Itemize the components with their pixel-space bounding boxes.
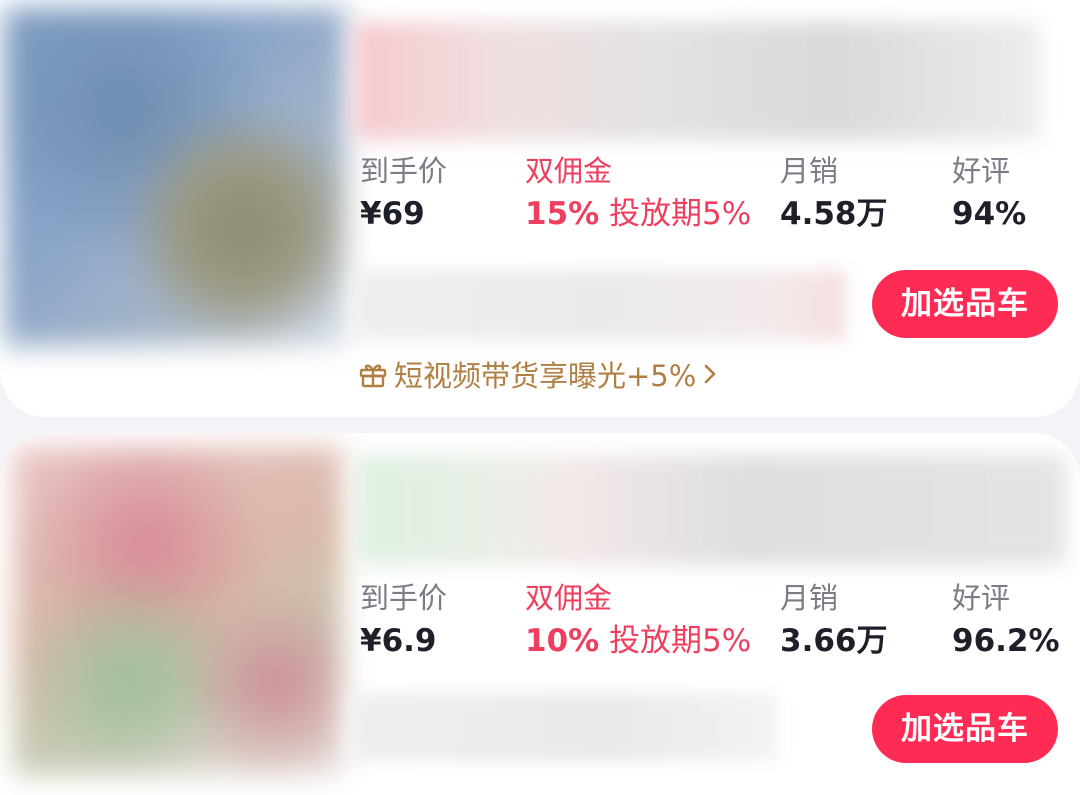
price-value: ¥69 (360, 196, 425, 232)
commission-rate: 15% (525, 196, 600, 232)
monthly-sales-stat: 月销 4.58万 (780, 154, 888, 232)
rating-value: 94% (952, 196, 1027, 232)
commission-period: 投放期5% (609, 196, 752, 232)
product-thumbnail[interactable] (4, 8, 346, 346)
commission-period: 投放期5% (609, 623, 752, 659)
product-title-blurred[interactable] (356, 455, 1066, 565)
commission-value: 10% 投放期5% (525, 623, 751, 659)
commission-stat: 双佣金 10% 投放期5% (525, 581, 751, 659)
monthly-sales-value: 4.58万 (780, 196, 888, 232)
gift-icon (359, 364, 387, 388)
commission-stat: 双佣金 15% 投放期5% (525, 154, 751, 232)
product-card[interactable]: 到手价 ¥69 双佣金 15% 投放期5% 月销 4.58万 好评 94% 加选… (0, 0, 1080, 417)
promo-link[interactable]: 短视频带货享曝光+5% (358, 356, 724, 393)
monthly-sales-label: 月销 (780, 154, 839, 188)
commission-label: 双佣金 (525, 581, 613, 615)
monthly-sales-label: 月销 (780, 581, 839, 615)
rating-label: 好评 (952, 154, 1011, 188)
add-to-selection-cart-button[interactable]: 加选品车 (872, 695, 1058, 763)
commission-label: 双佣金 (525, 154, 613, 188)
rating-stat: 好评 94% (952, 154, 1026, 232)
product-tags-blurred (352, 270, 846, 340)
price-label: 到手价 (360, 154, 448, 188)
commission-rate: 10% (525, 623, 600, 659)
price-stat: 到手价 ¥6.9 (360, 581, 447, 659)
product-card[interactable]: 到手价 ¥6.9 双佣金 10% 投放期5% 月销 3.66万 好评 96.2%… (0, 433, 1080, 795)
promo-text: 短视频带货享曝光+5% (394, 359, 697, 393)
monthly-sales-stat: 月销 3.66万 (780, 581, 888, 659)
price-label: 到手价 (360, 581, 448, 615)
price-value: ¥6.9 (360, 623, 437, 659)
product-tags-blurred (350, 693, 778, 761)
add-to-selection-cart-button[interactable]: 加选品车 (872, 270, 1058, 338)
product-title-blurred[interactable] (354, 22, 1040, 140)
rating-value: 96.2% (952, 623, 1060, 659)
price-stat: 到手价 ¥69 (360, 154, 447, 232)
rating-stat: 好评 96.2% (952, 581, 1060, 659)
rating-label: 好评 (952, 581, 1011, 615)
chevron-right-icon (705, 364, 716, 384)
product-thumbnail[interactable] (14, 447, 342, 775)
commission-value: 15% 投放期5% (525, 196, 751, 232)
monthly-sales-value: 3.66万 (780, 623, 888, 659)
